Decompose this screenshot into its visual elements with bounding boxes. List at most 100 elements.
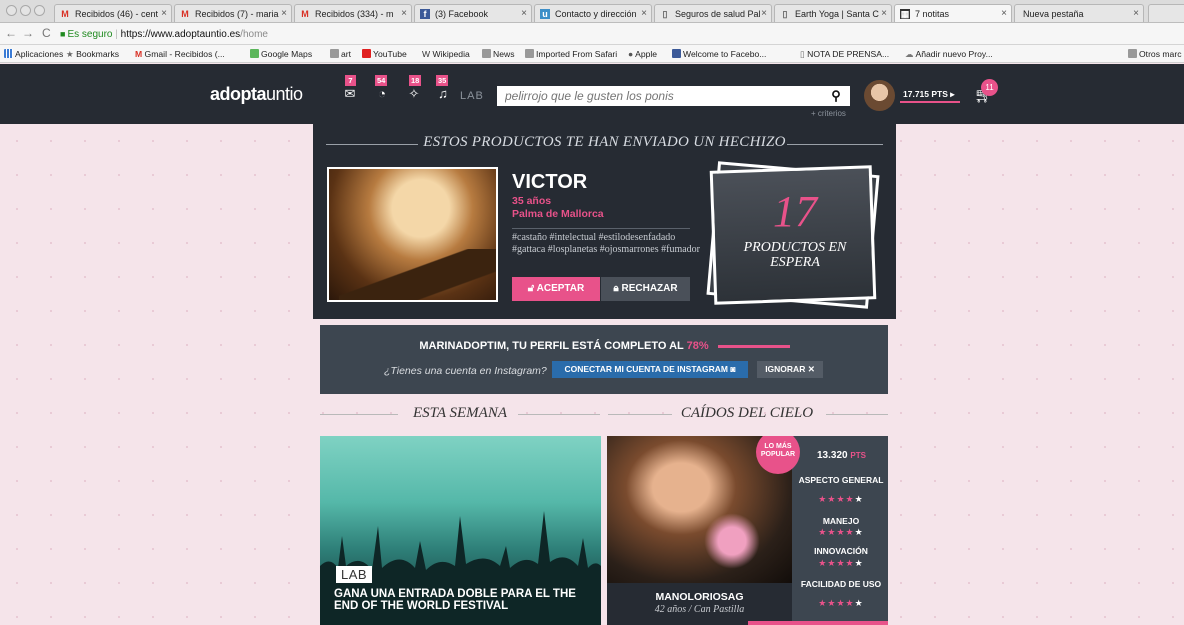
star-empty-icon: ★ [854, 527, 864, 537]
search-input[interactable] [497, 86, 850, 106]
waiting-count: 17 [773, 187, 817, 236]
bookmark-art[interactable]: art [330, 45, 352, 62]
url-field[interactable]: ■ Es seguro | https://www.adoptauntio.es/… [60, 26, 1170, 42]
bookmark-news[interactable]: News [482, 45, 515, 62]
browser-tab[interactable]: M Recibidos (334) - m × [294, 4, 412, 22]
bookmark-label: News [493, 49, 515, 59]
profile-city: Palma de Mallorca [512, 208, 604, 220]
bookmark-apple[interactable]: ● Apple [628, 45, 657, 62]
reject-button[interactable]: 🔒︎ RECHAZAR [601, 277, 690, 301]
browser-tab[interactable]: f (3) Facebook × [414, 4, 532, 22]
star-filled-icon: ★ [836, 598, 846, 608]
ignore-button[interactable]: IGNORAR ✕ [757, 361, 823, 378]
page-icon: ▯ [782, 9, 788, 19]
browser-tab[interactable]: ▯ Earth Yoga | Santa C × [774, 4, 892, 22]
site-header: adoptauntio 7 ✉ 54 ◔ 18 ✧ 35 ♫ LAB ⚲ + c… [0, 64, 1184, 124]
bookmark-label: Bookmarks [76, 49, 120, 59]
gmail-icon: M [301, 9, 309, 19]
minimize-window-icon[interactable] [20, 5, 31, 16]
bookmark-youtube[interactable]: YouTube [362, 45, 407, 62]
accept-button[interactable]: 🔓︎ ACEPTAR [512, 277, 600, 301]
profile-completion-banner: MARINADOPTIM, TU PERFIL ESTÁ COMPLETO AL… [320, 325, 888, 394]
nav-lab[interactable]: LAB [460, 90, 484, 102]
close-tab-icon[interactable]: × [161, 5, 167, 22]
page-icon: ▯ [662, 9, 668, 19]
reload-icon[interactable]: C [42, 26, 51, 40]
rating-label: FACILIDAD DE USO [800, 579, 882, 589]
divider [518, 414, 600, 415]
waiting-products[interactable]: 17 PRODUCTOS EN ESPERA [706, 161, 882, 309]
bookmark-facebook[interactable]: Welcome to Facebo... [672, 45, 766, 62]
folder-icon [525, 49, 534, 58]
bookmark-proyecto[interactable]: ☁ Añadir nuevo Proy... [905, 45, 993, 62]
lab-card[interactable]: LAB GANA UNA ENTRADA DOBLE PARA EL THE E… [320, 436, 601, 625]
browser-tab[interactable]: u Contacto y dirección × [534, 4, 652, 22]
logo-text-light: untio [266, 84, 303, 104]
divider [320, 414, 398, 415]
profile-photo[interactable] [327, 167, 498, 302]
close-tab-icon[interactable]: × [1001, 5, 1007, 22]
url-path: /home [240, 29, 268, 40]
criteria-link[interactable]: + criterios [811, 109, 846, 118]
close-window-icon[interactable] [6, 5, 17, 16]
product-name[interactable]: MANOLORIOSAG [607, 591, 792, 603]
rating-label: MANEJO [822, 516, 860, 526]
address-bar: ← → C ■ Es seguro | https://www.adoptaunt… [0, 23, 1184, 45]
star-empty-icon: ★ [854, 494, 864, 504]
close-tab-icon[interactable]: × [521, 5, 527, 22]
search-icon[interactable]: ⚲ [826, 86, 846, 106]
browser-tab-active[interactable]: ▦ 7 notitas × [894, 4, 1012, 22]
close-tab-icon[interactable]: × [641, 5, 647, 22]
tab-title: Recibidos (334) - m [315, 9, 394, 19]
mail-icon[interactable]: ✉ [339, 86, 361, 102]
bookmark-bookmarks[interactable]: ★ Bookmarks [66, 45, 120, 62]
bookmark-maps[interactable]: Google Maps [250, 45, 313, 62]
bookmark-label: Google Maps [261, 49, 313, 59]
instagram-question: ¿Tienes una cuenta en Instagram? [384, 365, 547, 377]
profile-completion-text: MARINADOPTIM, TU PERFIL ESTÁ COMPLETO AL… [320, 340, 888, 352]
browser-tab-bar: M Recibidos (46) - cent × M Recibidos (7) -… [0, 0, 1184, 23]
tab-title: Earth Yoga | Santa C [795, 9, 879, 19]
completion-message: MARINADOPTIM, TU PERFIL ESTÁ COMPLETO AL [419, 340, 684, 352]
reject-label: RECHAZAR [621, 283, 678, 294]
close-tab-icon[interactable]: × [281, 5, 287, 22]
star-empty-icon: ★ [854, 598, 864, 608]
new-tab-button[interactable] [1148, 4, 1184, 22]
browser-tab[interactable]: M Recibidos (7) - maria × [174, 4, 292, 22]
site-icon: u [540, 9, 550, 19]
maximize-window-icon[interactable] [34, 5, 45, 16]
back-icon[interactable]: ← [5, 26, 17, 40]
bookmark-wikipedia[interactable]: W Wikipedia [422, 45, 470, 62]
site-logo[interactable]: adoptauntio [210, 84, 303, 105]
visits-badge: 54 [375, 75, 388, 86]
lab-card-title[interactable]: GANA UNA ENTRADA DOBLE PARA EL THE END O… [334, 588, 594, 612]
browser-tab[interactable]: Nueva pestaña × [1014, 4, 1144, 22]
visits-icon[interactable]: ◔ [371, 86, 393, 101]
connect-instagram-button[interactable]: CONECTAR MI CUENTA DE INSTAGRAM ◙ [552, 361, 748, 378]
close-tab-icon[interactable]: × [1133, 5, 1139, 22]
bookmark-apps[interactable]: Aplicaciones [4, 45, 63, 62]
bookmark-safari[interactable]: Imported From Safari [525, 45, 617, 62]
star-filled-icon: ★ [845, 494, 855, 504]
bookmark-nota[interactable]: ▯ NOTA DE PRENSA... [800, 45, 889, 62]
rating-stars: ★★★★★ [794, 527, 888, 538]
close-tab-icon[interactable]: × [881, 5, 887, 22]
avatar[interactable] [864, 80, 895, 111]
profile-name[interactable]: VICTOR [512, 171, 587, 194]
rating-stars: ★★★★★ [794, 494, 888, 505]
magic-wand-icon[interactable]: ✧ [403, 86, 425, 102]
close-tab-icon[interactable]: × [761, 5, 767, 22]
product-card[interactable]: LO MÁS POPULAR MANOLORIOSAG 42 años / Ca… [607, 436, 888, 625]
browser-tab[interactable]: M Recibidos (46) - cent × [54, 4, 172, 22]
folder-icon [330, 49, 339, 58]
tab-title: 7 notitas [915, 9, 950, 19]
completion-percent: 78% [686, 340, 709, 352]
browser-tab[interactable]: ▯ Seguros de salud Pal × [654, 4, 772, 22]
bookmark-otros[interactable]: Otros marc [1128, 45, 1182, 62]
forward-icon[interactable]: → [22, 26, 34, 40]
bookmark-gmail[interactable]: M Gmail - Recibidos (... [135, 45, 225, 62]
bell-icon[interactable]: ♫ [432, 86, 454, 101]
close-tab-icon[interactable]: × [401, 5, 407, 22]
points-label[interactable]: 17.715 PTS ▸ [903, 89, 960, 100]
bookmark-label: art [341, 49, 352, 59]
